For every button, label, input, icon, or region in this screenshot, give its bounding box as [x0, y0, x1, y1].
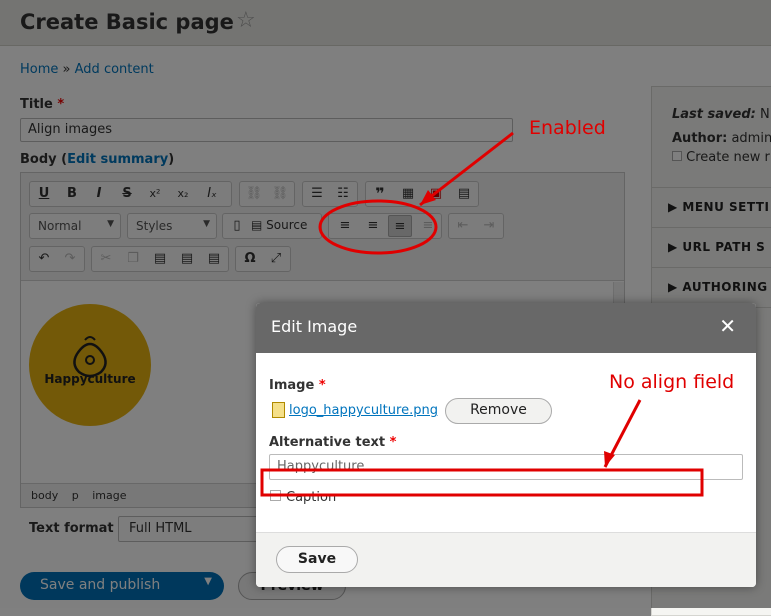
alt-text-input[interactable]: Happyculture	[269, 454, 743, 480]
dialog-header: Edit Image ✕	[256, 303, 756, 353]
alt-text-label: Alternative text *	[269, 435, 397, 450]
caption-checkbox[interactable]	[270, 490, 281, 501]
enabled-annotation: Enabled	[529, 117, 606, 139]
dialog-footer: Save	[256, 532, 756, 587]
dialog-title: Edit Image	[271, 317, 358, 336]
caption-label: Caption	[286, 490, 337, 505]
image-label: Image *	[269, 378, 326, 393]
close-icon[interactable]: ✕	[719, 314, 736, 338]
save-button[interactable]: Save	[276, 546, 358, 573]
remove-button[interactable]: Remove	[445, 398, 552, 424]
edit-image-dialog: Edit Image ✕ Image * logo_happyculture.p…	[256, 303, 756, 587]
image-file-link[interactable]: logo_happyculture.png	[289, 403, 438, 418]
no-align-annotation: No align field	[609, 371, 735, 393]
file-icon	[272, 402, 285, 418]
